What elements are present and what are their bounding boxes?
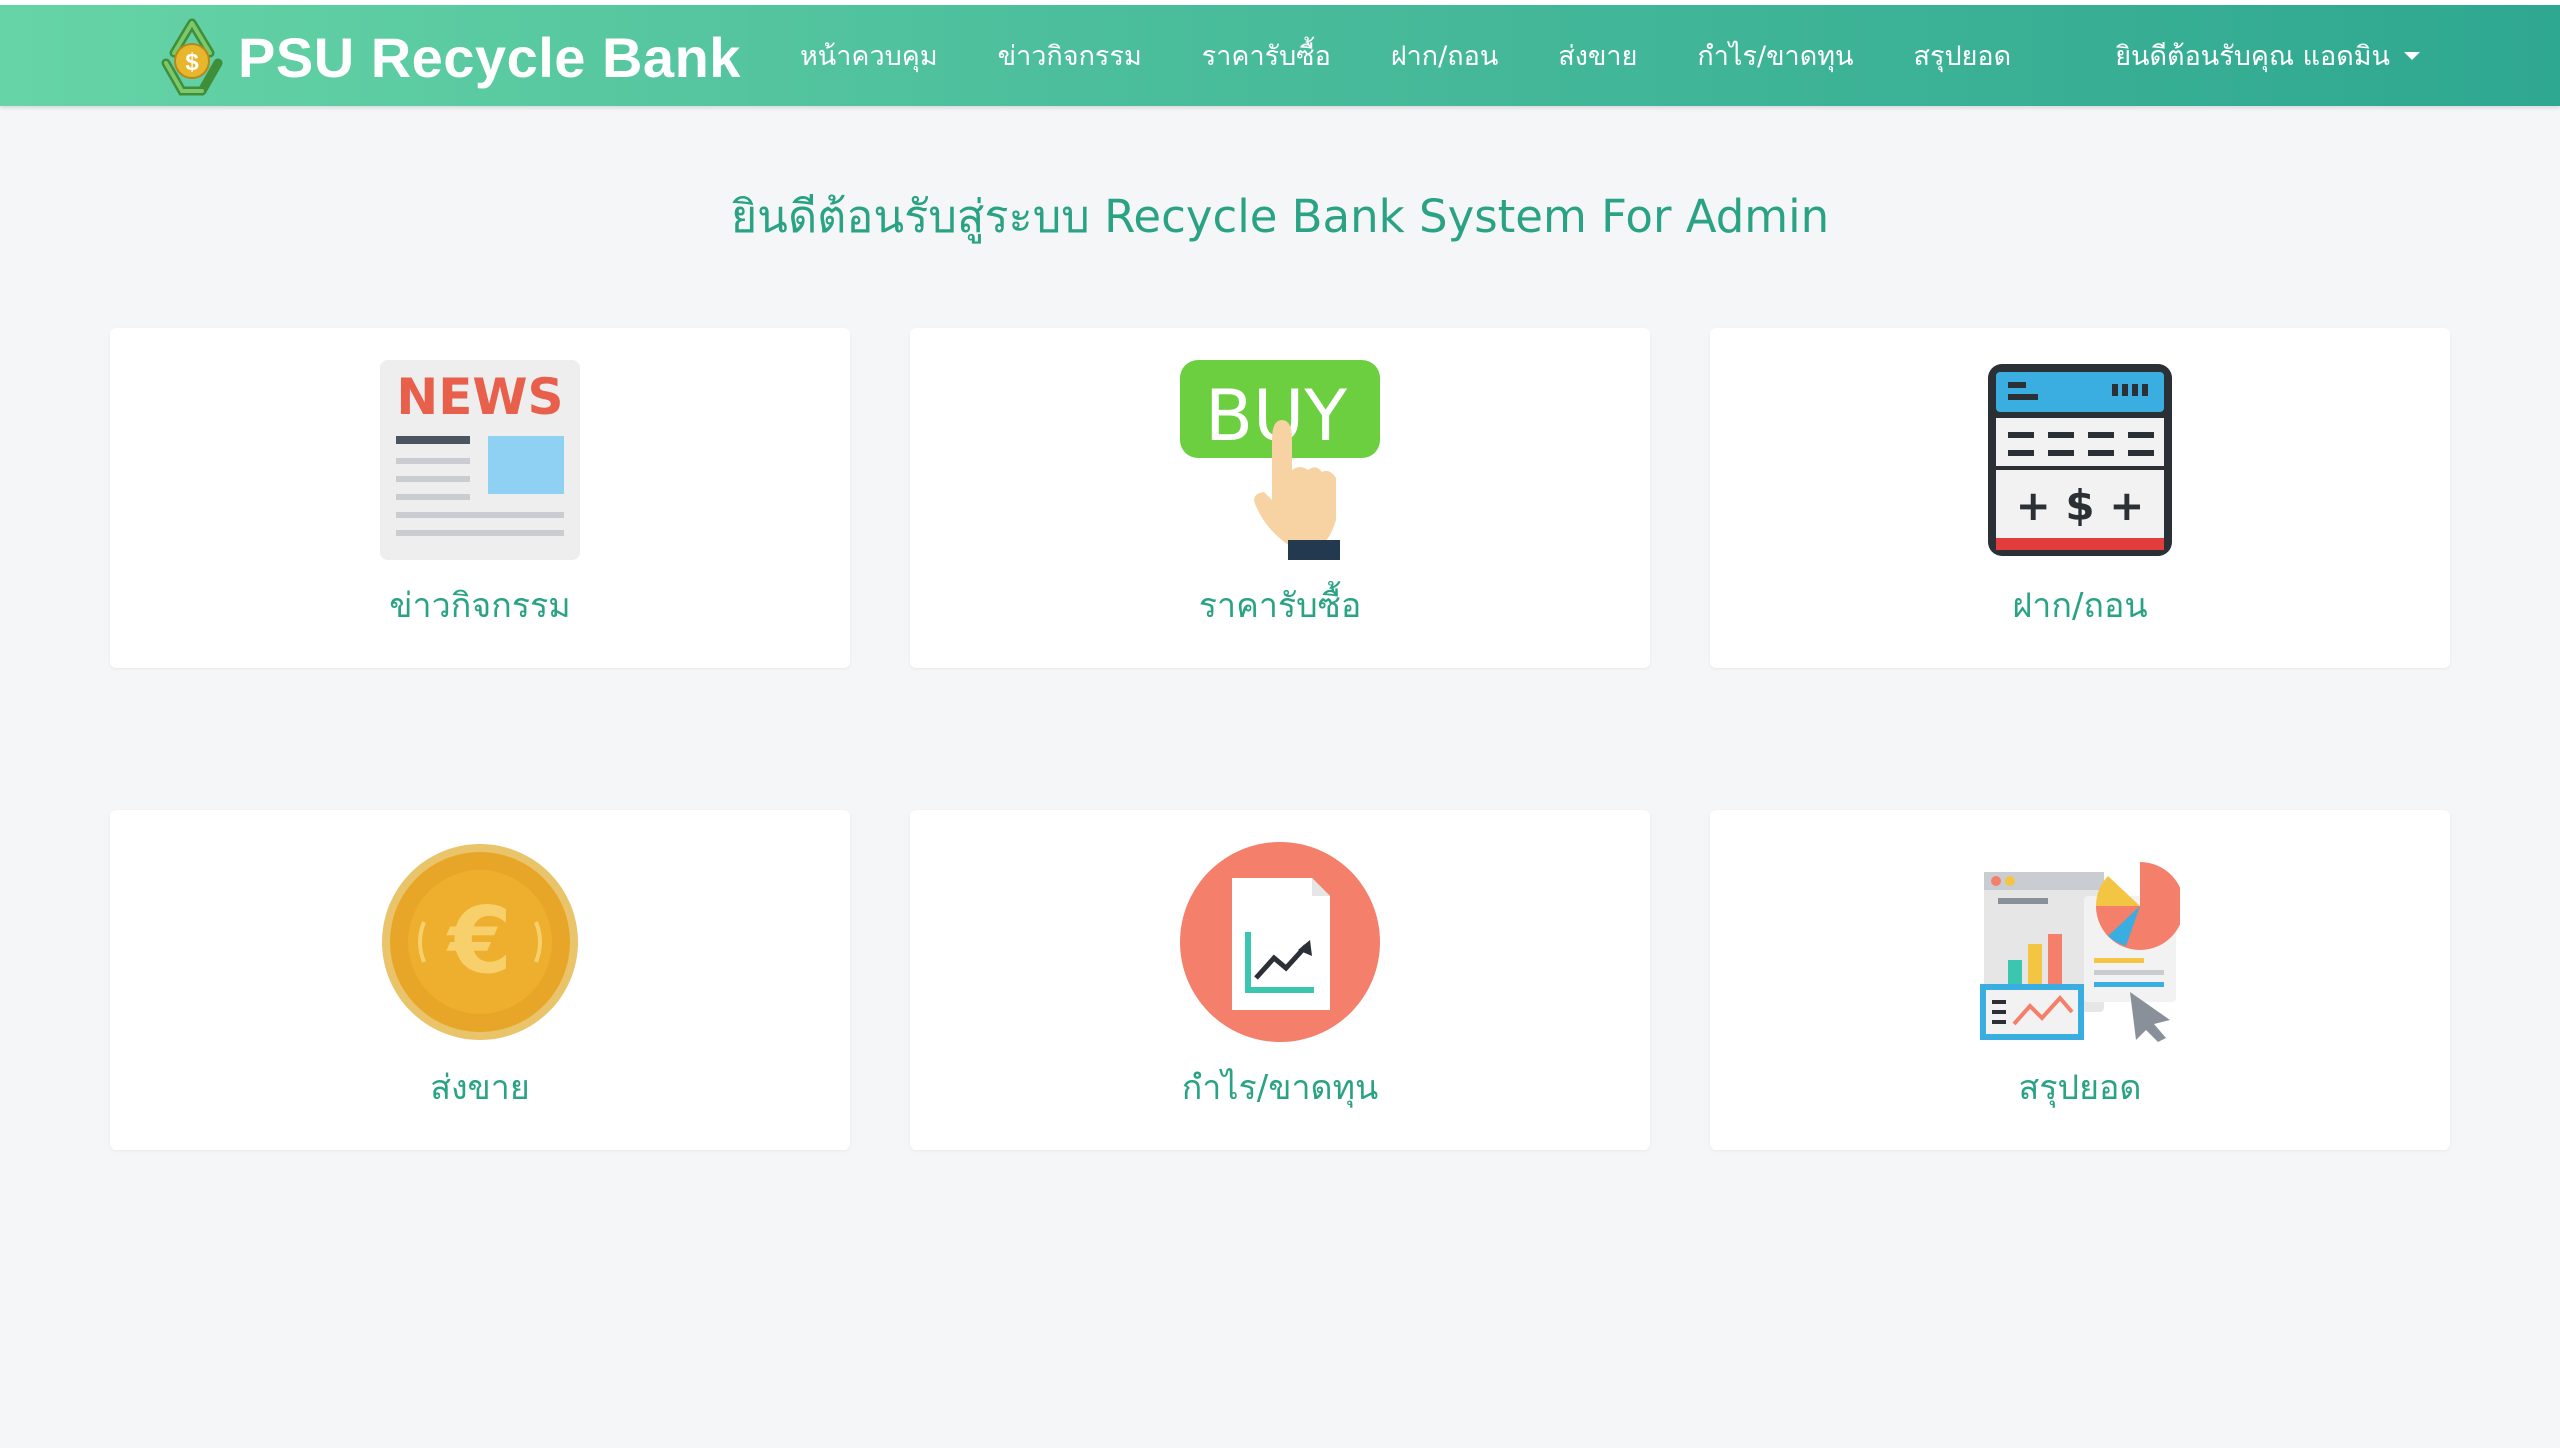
card-profit-loss-label: กำไร/ขาดทุน (1181, 1068, 1379, 1108)
nav-item-summary[interactable]: สรุปยอด (1913, 34, 2011, 77)
card-news-label: ข่าวกิจกรรม (389, 586, 571, 626)
news-icon-text: NEWS (396, 368, 563, 426)
top-navbar: $ PSU Recycle Bank หน้าควบคุม ข่าวกิจกรร… (0, 5, 2560, 106)
report-dashboard-icon (1980, 842, 2180, 1042)
recycle-money-logo-icon: $ (161, 18, 223, 96)
caret-down-icon (2404, 51, 2420, 60)
card-summary-label: สรุปยอด (2018, 1068, 2142, 1108)
card-summary[interactable]: สรุปยอด (1710, 810, 2450, 1150)
card-news[interactable]: NEWS ข่าวกิจกรรม (110, 328, 850, 668)
nav-item-dashboard[interactable]: หน้าควบคุม (800, 34, 938, 77)
card-buy-price-label: ราคารับซื้อ (1198, 586, 1362, 626)
nav-item-news[interactable]: ข่าวกิจกรรม (998, 34, 1142, 77)
page-title: ยินดีต้อนรับสู่ระบบ Recycle Bank System … (730, 190, 1830, 243)
card-deposit-withdraw[interactable]: + $ + ฝาก/ถอน (1710, 328, 2450, 668)
brand-title: PSU Recycle Bank (238, 25, 741, 89)
profit-chart-icon (1180, 842, 1380, 1042)
svg-text:+ $ +: + $ + (2016, 481, 2145, 530)
card-sell[interactable]: € ส่งขาย (110, 810, 850, 1150)
nav-menu: หน้าควบคุม ข่าวกิจกรรม ราคารับซื้อ ฝาก/ถ… (800, 5, 2071, 106)
card-buy-price[interactable]: BUY ราคารับซื้อ (910, 328, 1650, 668)
euro-coin-icon: € (380, 842, 580, 1042)
svg-text:$: $ (185, 49, 199, 76)
brand-link[interactable]: $ PSU Recycle Bank (152, 18, 741, 96)
card-sell-label: ส่งขาย (430, 1068, 530, 1108)
nav-item-profit-loss[interactable]: กำไร/ขาดทุน (1697, 34, 1853, 77)
buy-button-icon: BUY (1180, 360, 1380, 560)
calculator-icon: + $ + (1980, 360, 2180, 560)
user-dropdown[interactable]: ยินดีต้อนรับคุณ แอดมิน (2115, 5, 2420, 106)
svg-text:€: € (446, 887, 512, 994)
nav-item-sell[interactable]: ส่งขาย (1558, 34, 1637, 77)
nav-item-buy-price[interactable]: ราคารับซื้อ (1202, 34, 1331, 77)
news-icon: NEWS (380, 360, 580, 560)
user-greeting: ยินดีต้อนรับคุณ แอดมิน (2115, 41, 2390, 72)
nav-item-deposit-withdraw[interactable]: ฝาก/ถอน (1391, 34, 1498, 77)
card-deposit-withdraw-label: ฝาก/ถอน (2012, 586, 2148, 626)
card-profit-loss[interactable]: กำไร/ขาดทุน (910, 810, 1650, 1150)
